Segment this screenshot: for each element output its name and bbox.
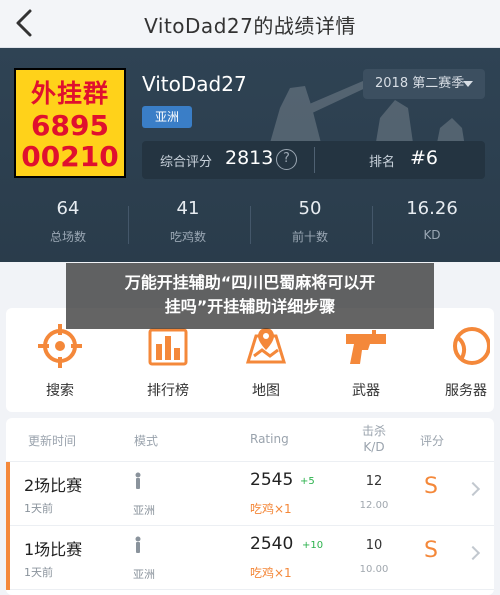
menu-item-search[interactable]: 搜索 [20, 322, 100, 400]
match-kills: 12 [365, 474, 383, 489]
match-region: 亚洲 [133, 504, 155, 517]
menu-item-map[interactable]: 地图 [226, 322, 306, 400]
crosshair-icon [38, 324, 82, 368]
stat-chicken-dinners: 41 吃鸡数 [128, 198, 248, 245]
promo-line-1: 外挂群 [30, 79, 109, 108]
match-kd: 12.00 [359, 500, 389, 511]
chevron-down-icon [463, 81, 473, 87]
rating-panel: 综合评分 2813 ? 排名 #6 [142, 141, 485, 179]
map-icon [245, 328, 287, 364]
page-title: VitoDad27的战绩详情 [144, 14, 356, 38]
chevron-right-icon [465, 545, 481, 561]
overlay-caption: 万能开挂辅助“四川巴蜀麻将可以开 挂吗”开挂辅助详细步骤 [66, 263, 434, 329]
stat-value: 16.26 [406, 198, 458, 219]
rating-delta: +5 [300, 476, 315, 487]
pistol-icon [346, 330, 386, 364]
promo-line-3: 00210 [21, 140, 119, 173]
match-time: 1天前 [24, 502, 53, 515]
stat-total-games: 64 总场数 [8, 198, 128, 245]
row-accent [6, 526, 10, 590]
rating-label: 综合评分 [160, 155, 213, 170]
rating-delta: +10 [302, 540, 324, 551]
table-row[interactable]: 2场比赛 1天前 亚洲 2545 +5 吃鸡×1 12 12.00 S [6, 462, 494, 526]
stat-value: 64 [56, 198, 80, 219]
menu-label: 排行榜 [147, 383, 189, 399]
match-mode: 1场比赛 [24, 540, 83, 559]
table-header: 更新时间 模式 Rating 击杀 K/D 评分 [6, 418, 494, 462]
help-icon[interactable]: ? [276, 149, 297, 170]
panel-divider [314, 147, 315, 173]
stat-value: 41 [176, 198, 200, 219]
stat-kd: 16.26 KD [372, 198, 492, 242]
profile-header: 外挂群 6895 00210 VitoDad27 亚洲 2018 第二赛季 综合… [0, 48, 500, 262]
caption-line-1: 万能开挂辅助“四川巴蜀麻将可以开 [124, 273, 376, 292]
rank-value: #6 [410, 147, 439, 169]
row-accent [6, 462, 10, 526]
match-rating: 2545 [250, 470, 294, 490]
header-rating: Rating [250, 432, 289, 446]
stat-label: 总场数 [49, 230, 86, 244]
rating-value: 2813 [225, 147, 274, 169]
promo-banner: 外挂群 6895 00210 [14, 68, 126, 178]
match-kd: 10.00 [359, 564, 389, 575]
match-rating: 2540 [250, 534, 294, 554]
menu-label: 地图 [252, 383, 280, 399]
table-row[interactable]: 1场比赛 1天前 亚洲 2540 +10 吃鸡×1 10 10.00 S [6, 526, 494, 590]
player-name: VitoDad27 [142, 72, 247, 96]
match-time: 1天前 [24, 566, 53, 579]
match-history-table: 更新时间 模式 Rating 击杀 K/D 评分 2场比赛 1天前 亚洲 254… [6, 418, 494, 595]
rank-label: 排名 [369, 155, 396, 170]
season-label: 2018 第二赛季 [375, 76, 465, 91]
menu-item-servers[interactable]: 服务器 [426, 322, 500, 400]
header-update-time: 更新时间 [28, 434, 77, 448]
person-icon [135, 536, 141, 553]
region-badge: 亚洲 [142, 106, 192, 128]
person-icon [135, 472, 141, 489]
match-kills: 10 [365, 538, 383, 553]
match-chicken: 吃鸡×1 [250, 502, 292, 516]
promo-line-2: 6895 [31, 109, 109, 142]
caption-line-2: 挂吗”开挂辅助详细步骤 [164, 297, 336, 316]
match-grade: S [424, 474, 438, 499]
match-mode: 2场比赛 [24, 476, 83, 495]
menu-label: 武器 [352, 383, 380, 399]
header-kills: 击杀 [361, 424, 386, 438]
menu-item-leaderboard[interactable]: 排行榜 [128, 322, 208, 400]
chevron-right-icon [465, 481, 481, 497]
stat-value: 50 [298, 198, 322, 219]
header-mode: 模式 [134, 434, 159, 448]
header-grade: 评分 [420, 434, 445, 448]
season-dropdown[interactable]: 2018 第二赛季 [363, 69, 485, 99]
match-grade: S [424, 538, 438, 563]
top-nav-bar: VitoDad27的战绩详情 [0, 0, 500, 48]
server-icon [453, 327, 490, 365]
menu-label: 服务器 [445, 383, 487, 399]
stat-label: 前十数 [291, 230, 328, 244]
menu-label: 搜索 [46, 383, 74, 399]
stat-label: 吃鸡数 [169, 230, 206, 244]
stats-row: 64 总场数 41 吃鸡数 50 前十数 16.26 KD [0, 198, 500, 256]
match-chicken: 吃鸡×1 [250, 566, 292, 580]
header-kd: K/D [363, 440, 385, 454]
stat-label: KD [423, 228, 441, 242]
menu-item-weapons[interactable]: 武器 [326, 322, 406, 400]
stat-top-ten: 50 前十数 [250, 198, 370, 245]
leaderboard-icon [148, 328, 188, 366]
match-region: 亚洲 [133, 568, 155, 581]
